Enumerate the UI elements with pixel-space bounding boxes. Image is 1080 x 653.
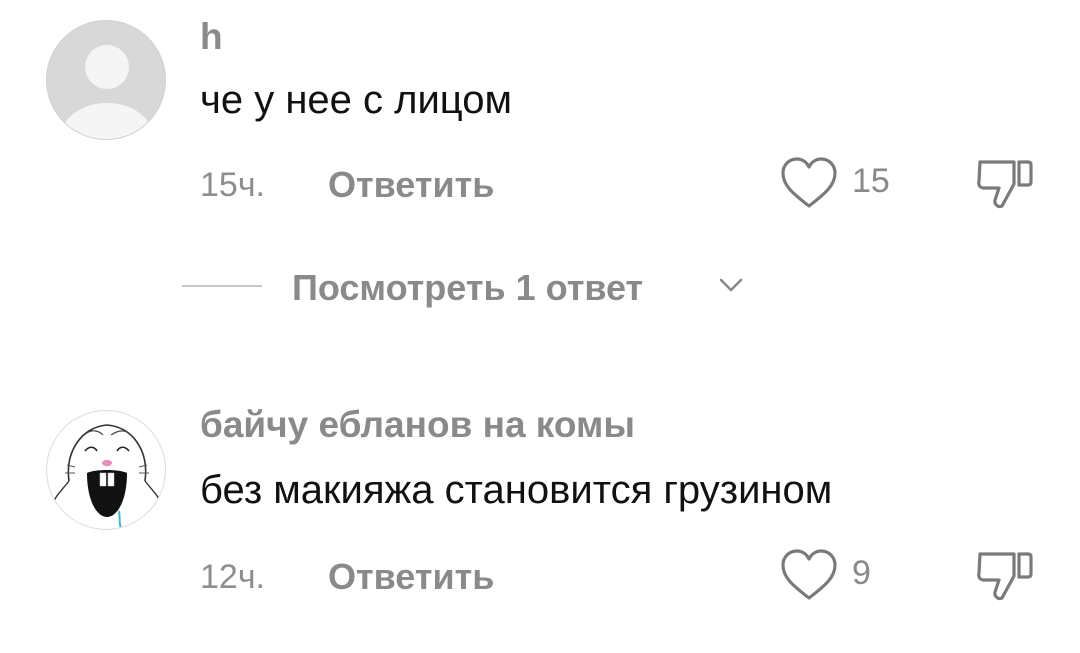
dislike-button[interactable] (972, 152, 1038, 218)
view-replies-button[interactable]: Посмотреть 1 ответ (180, 262, 780, 312)
dislike-button[interactable] (972, 544, 1038, 610)
comment-username[interactable]: h (200, 18, 223, 55)
heart-icon (781, 157, 837, 208)
replies-divider (182, 285, 262, 287)
comment-time: 15ч. (200, 166, 265, 204)
reply-button[interactable]: Ответить (328, 167, 494, 203)
thumbs-down-icon (977, 160, 1033, 209)
default-avatar-icon (61, 45, 153, 139)
like-count: 9 (852, 554, 871, 592)
like-button[interactable]: 9 (778, 547, 908, 607)
thumbs-down-icon (977, 552, 1033, 601)
chevron-down-icon (719, 278, 743, 292)
heart-icon (781, 549, 837, 600)
like-button[interactable]: 15 (778, 155, 908, 215)
like-count: 15 (852, 162, 890, 200)
comment-time: 12ч. (200, 558, 265, 596)
view-replies-label: Посмотреть 1 ответ (292, 267, 644, 308)
user-avatar[interactable] (46, 20, 166, 140)
user-avatar[interactable] (46, 410, 166, 530)
reply-button[interactable]: Ответить (328, 559, 494, 595)
comment-username[interactable]: байчу ебланов на комы (200, 406, 635, 443)
comment-text: без макияжа становится грузином (200, 468, 833, 512)
screaming-hamster-avatar (52, 424, 162, 529)
comment-text: че у нее с лицом (200, 78, 513, 122)
